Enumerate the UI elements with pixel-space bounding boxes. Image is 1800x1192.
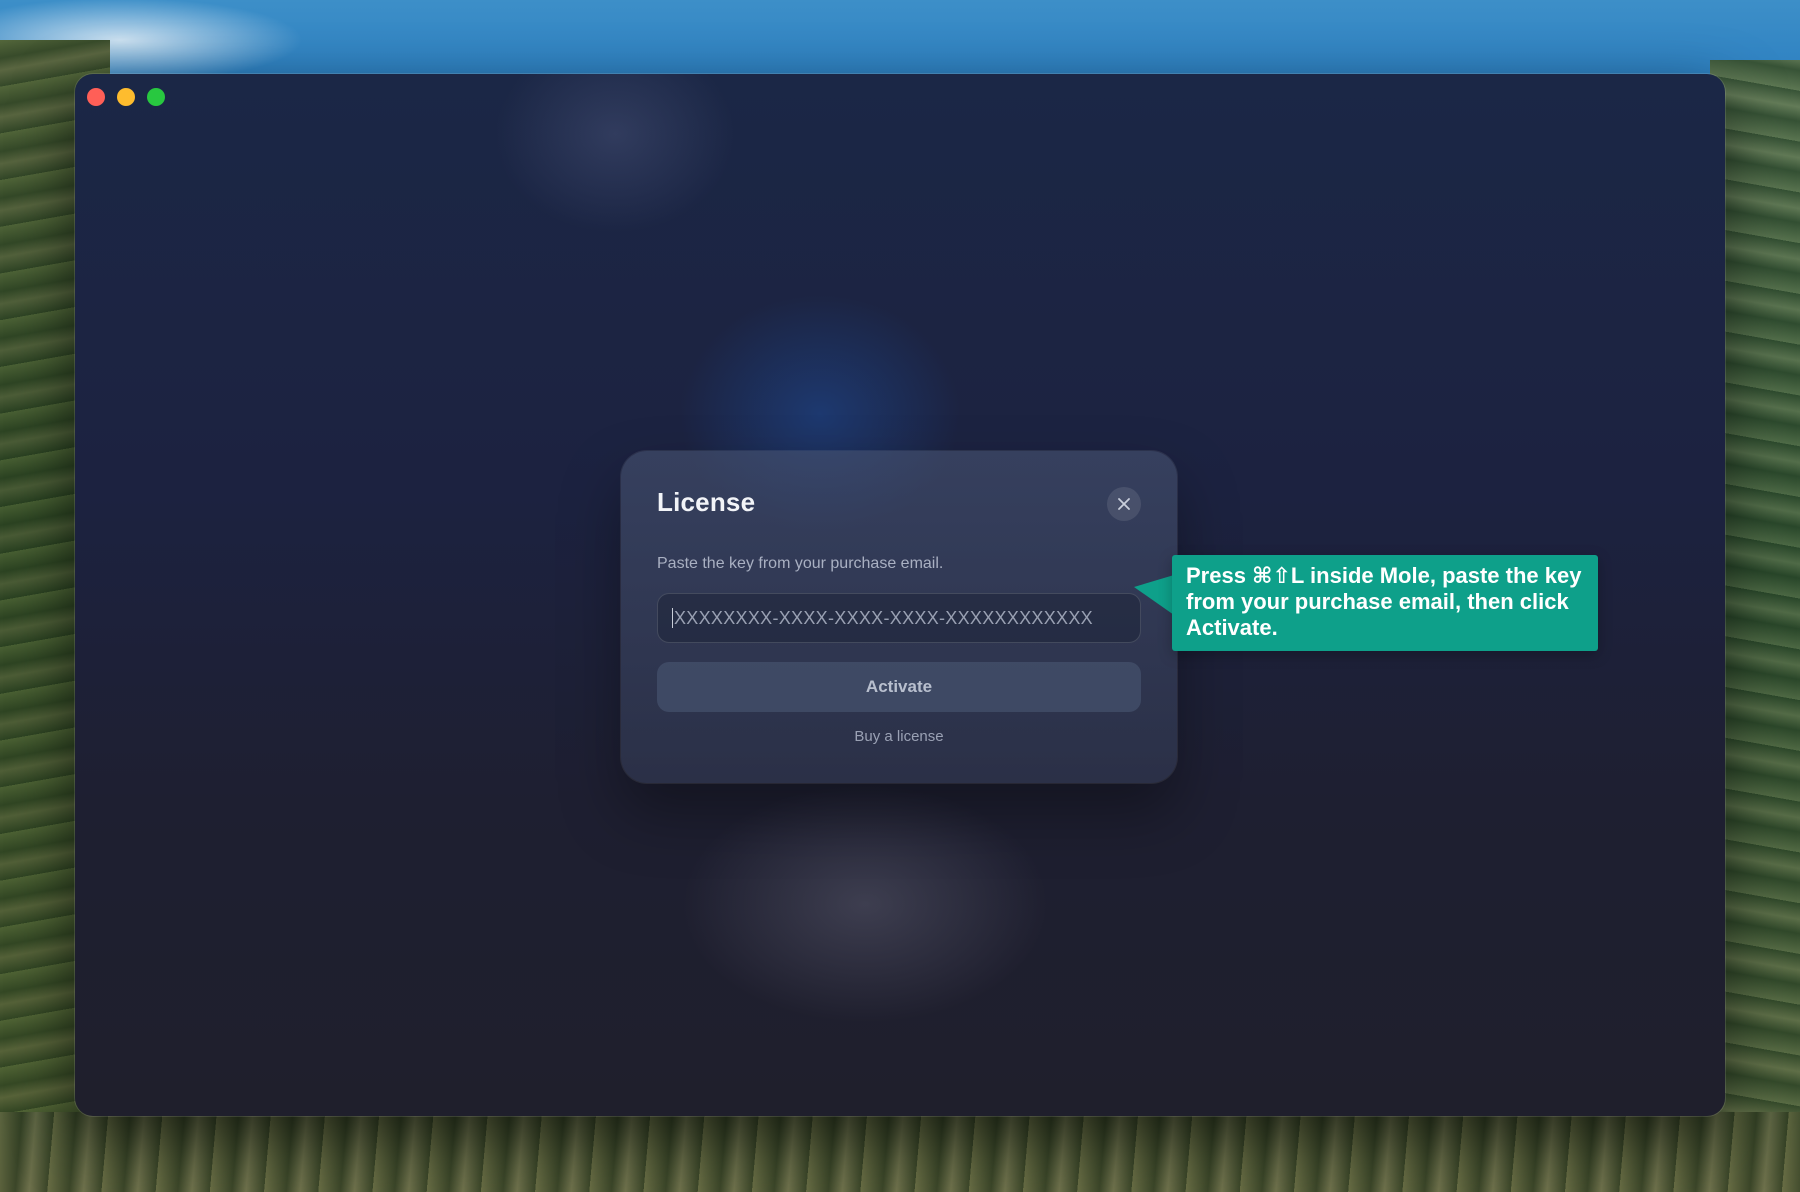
dialog-subtitle: Paste the key from your purchase email.: [657, 555, 944, 572]
dialog-title: License: [657, 487, 756, 517]
close-window-button[interactable]: [87, 88, 105, 106]
wallpaper-mountain-bottom: [0, 1112, 1800, 1192]
buy-license-link-label[interactable]: Buy a license: [854, 728, 943, 745]
window-controls: [87, 88, 165, 106]
minimize-window-button[interactable]: [117, 88, 135, 106]
activate-button[interactable]: Activate: [657, 662, 1141, 712]
callout-pointer-arrow: [1134, 575, 1174, 615]
text-caret: [672, 608, 673, 628]
license-key-input[interactable]: XXXXXXXX-XXXX-XXXX-XXXX-XXXXXXXXXXXX: [657, 593, 1141, 643]
instruction-callout: Press ⌘⇧L inside Mole, paste the key fro…: [1172, 555, 1598, 651]
zoom-window-button[interactable]: [147, 88, 165, 106]
close-dialog-button[interactable]: [1107, 487, 1141, 521]
license-dialog: License Paste the key from your purchase…: [621, 451, 1177, 783]
buy-license-link: Buy a license: [621, 728, 1177, 745]
desktop-wallpaper: License Paste the key from your purchase…: [0, 0, 1800, 1192]
license-key-placeholder: XXXXXXXX-XXXX-XXXX-XXXX-XXXXXXXXXXXX: [674, 607, 1093, 628]
close-icon: [1118, 498, 1130, 510]
